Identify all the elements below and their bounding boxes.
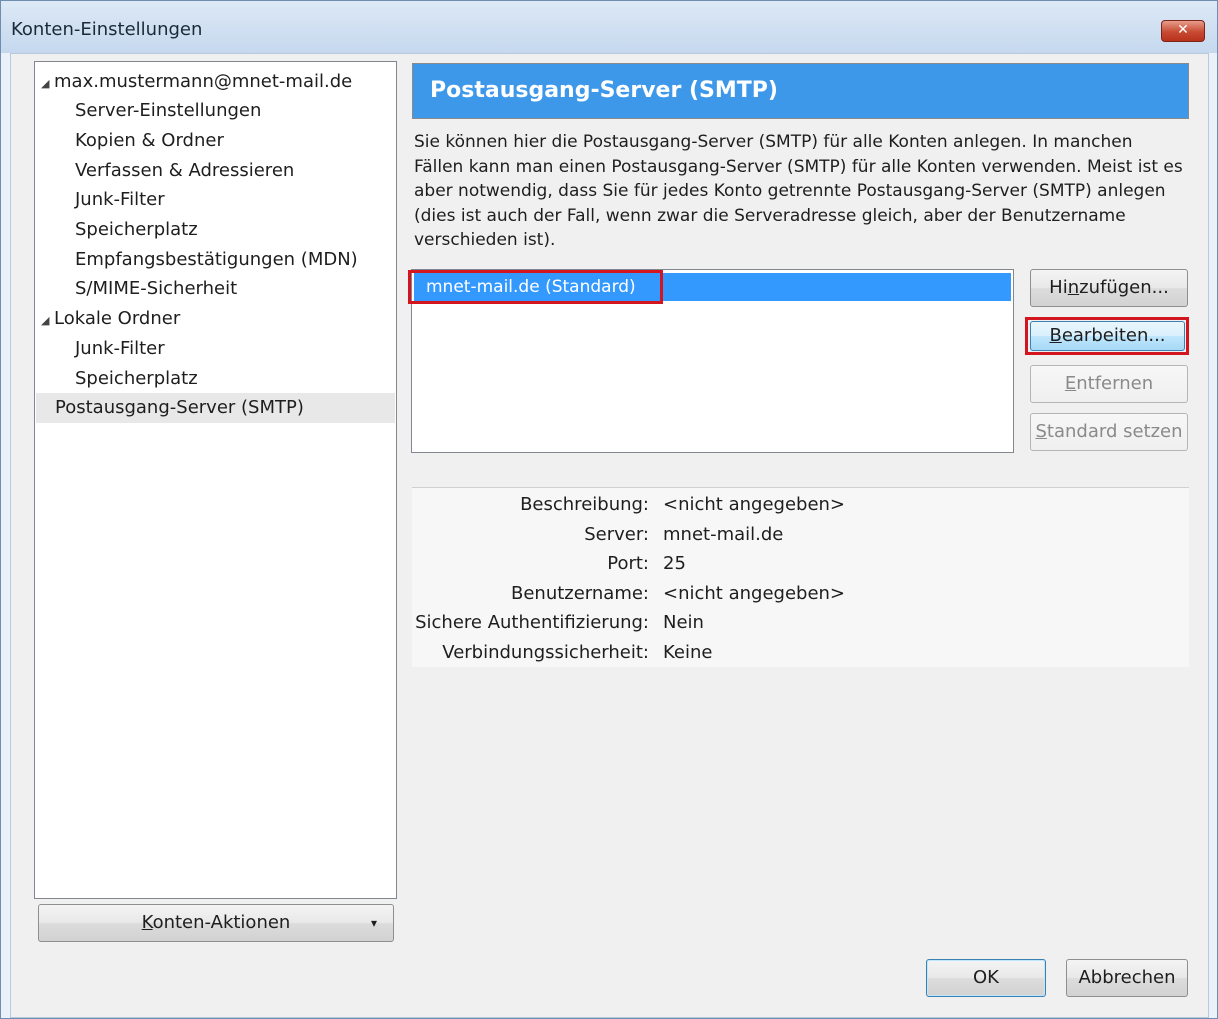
highlight-box-server [408, 270, 663, 304]
remove-button[interactable]: Entfernen [1030, 365, 1188, 403]
detail-value: <nicht angegeben> [663, 494, 846, 515]
add-button[interactable]: Hinzufügen... [1030, 269, 1188, 307]
button-label: OK [973, 967, 999, 988]
detail-row-username: Benutzername: <nicht angegeben> [412, 579, 845, 609]
page-title: Postausgang-Server (SMTP) [430, 78, 778, 103]
tree-item-local-disk-space[interactable]: Speicherplatz [75, 364, 198, 394]
detail-value: Keine [663, 642, 713, 663]
tree-item-label: Speicherplatz [75, 219, 198, 240]
tree-item-label: Kopien & Ordner [75, 130, 224, 151]
tree-item-copies-folders[interactable]: Kopien & Ordner [75, 126, 224, 156]
accelerator-key: S [1035, 421, 1047, 442]
button-label: zufügen... [1079, 277, 1169, 298]
detail-label: Verbindungssicherheit: [442, 642, 649, 663]
dropdown-arrow-icon: ▾ [370, 916, 377, 930]
window-title: Konten-Einstellungen [11, 19, 203, 40]
detail-label: Server: [584, 524, 649, 545]
expanded-icon[interactable]: ◢ [41, 69, 54, 99]
accelerator-key: n [1067, 277, 1080, 298]
edit-button[interactable]: Bearbeiten... [1030, 321, 1185, 351]
expanded-icon[interactable]: ◢ [41, 306, 54, 336]
tree-item-smtp[interactable]: Postausgang-Server (SMTP) [36, 393, 395, 423]
button-label: Hi [1049, 277, 1068, 298]
button-label: onten-Aktionen [152, 912, 291, 933]
close-button[interactable]: ✕ [1161, 20, 1205, 42]
detail-label: Sichere Authentifizierung: [415, 612, 649, 633]
tree-item-disk-space[interactable]: Speicherplatz [75, 215, 198, 245]
set-default-button[interactable]: Standard setzen [1030, 413, 1188, 451]
tree-item-junk-filter[interactable]: Junk-Filter [75, 185, 165, 215]
account-tree[interactable]: ◢ max.mustermann@mnet-mail.de Server-Eins… [34, 61, 397, 899]
button-label: Abbrechen [1078, 967, 1176, 988]
tree-item-label: Verfassen & Adressieren [75, 160, 295, 181]
button-label: tandard setzen [1046, 421, 1183, 442]
account-actions-button[interactable]: Konten-Aktionen ▾ [38, 904, 394, 942]
detail-value: <nicht angegeben> [663, 583, 846, 604]
tree-item-label: Server-Einstellungen [75, 100, 262, 121]
tree-item-label: Empfangsbestätigungen (MDN) [75, 249, 358, 270]
cancel-button[interactable]: Abbrechen [1066, 959, 1188, 997]
detail-value: 25 [663, 553, 686, 574]
button-label: earbeiten... [1061, 325, 1166, 346]
page-description: Sie können hier die Postausgang-Server (… [414, 132, 1183, 250]
tree-item-label: Postausgang-Server (SMTP) [55, 397, 304, 418]
tree-item-local-folders[interactable]: ◢ Lokale Ordner [41, 304, 180, 334]
detail-label: Port: [607, 553, 649, 574]
detail-label: Beschreibung: [520, 494, 649, 515]
tree-item-server-settings[interactable]: Server-Einstellungen [75, 96, 261, 126]
tree-item-label: max.mustermann@mnet-mail.de [54, 71, 353, 92]
tree-item-return-receipts[interactable]: Empfangsbestätigungen (MDN) [75, 245, 358, 275]
button-label: ntfernen [1076, 373, 1154, 394]
detail-value: mnet-mail.de [663, 524, 784, 545]
tree-item-account[interactable]: ◢ max.mustermann@mnet-mail.de [41, 67, 352, 97]
tree-item-label: Junk-Filter [75, 338, 165, 359]
tree-item-smime-security[interactable]: S/MIME-Sicherheit [75, 274, 237, 304]
tree-item-label: Junk-Filter [75, 189, 165, 210]
accelerator-key: K [141, 912, 153, 933]
detail-label: Benutzername: [510, 583, 649, 604]
page-header: Postausgang-Server (SMTP) [412, 63, 1189, 119]
ok-button[interactable]: OK [926, 959, 1046, 997]
tree-item-composition[interactable]: Verfassen & Adressieren [75, 156, 294, 186]
tree-item-label: Speicherplatz [75, 368, 198, 389]
tree-item-local-junk-filter[interactable]: Junk-Filter [75, 334, 165, 364]
detail-row-server: Server: mnet-mail.de [412, 520, 783, 550]
detail-value: Nein [663, 612, 704, 633]
title-bar[interactable]: Konten-Einstellungen ✕ [1, 1, 1217, 53]
tree-item-label: S/MIME-Sicherheit [75, 278, 238, 299]
accelerator-key: E [1064, 373, 1077, 394]
close-icon: ✕ [1177, 22, 1189, 38]
detail-row-security: Verbindungssicherheit: Keine [412, 638, 712, 668]
detail-row-description: Beschreibung: <nicht angegeben> [412, 490, 845, 520]
tree-item-label: Lokale Ordner [54, 308, 181, 329]
detail-row-port: Port: 25 [412, 549, 686, 579]
accelerator-key: B [1049, 325, 1062, 346]
detail-row-auth: Sichere Authentifizierung: Nein [412, 608, 704, 638]
server-details: Beschreibung: <nicht angegeben> Server: mn… [412, 487, 1189, 667]
